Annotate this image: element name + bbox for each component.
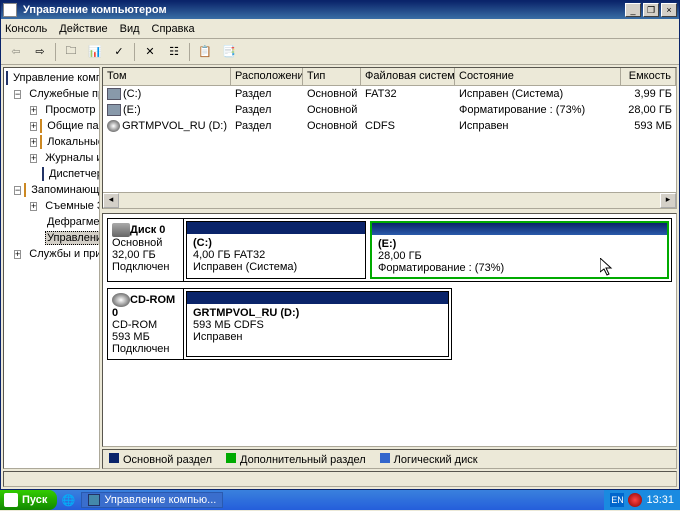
col-layout[interactable]: Расположение xyxy=(231,68,303,85)
volume-list[interactable]: Том Расположение Тип Файловая система Со… xyxy=(102,67,677,209)
tree-disk-mgmt[interactable]: Управление дисками xyxy=(4,230,99,246)
legend-logical-swatch xyxy=(380,453,390,463)
tree-shared-folders[interactable]: +Общие папки xyxy=(4,118,99,134)
cd-icon xyxy=(107,120,120,132)
tree-removable[interactable]: +Съемные ЗУ xyxy=(4,198,99,214)
expand-icon[interactable]: + xyxy=(14,250,21,259)
col-volume[interactable]: Том xyxy=(103,68,231,85)
col-type[interactable]: Тип xyxy=(303,68,361,85)
menu-action[interactable]: Действие xyxy=(59,23,107,35)
tree-device-mgr[interactable]: Диспетчер устройств xyxy=(4,166,99,182)
refresh-button[interactable]: ✓ xyxy=(108,41,130,63)
start-button[interactable]: Пуск xyxy=(0,490,57,510)
menu-view[interactable]: Вид xyxy=(120,23,140,35)
col-state[interactable]: Состояние xyxy=(455,68,621,85)
tree-defrag[interactable]: Дефрагментация диска xyxy=(4,214,99,230)
volume-icon xyxy=(107,104,121,116)
forward-button[interactable]: ⇨ xyxy=(29,41,51,63)
expand-icon[interactable]: + xyxy=(30,154,37,163)
expand-icon[interactable]: + xyxy=(30,138,37,147)
partition-d[interactable]: GRTMPVOL_RU (D:)593 МБ CDFSИсправен xyxy=(186,291,449,357)
expand-icon[interactable]: + xyxy=(30,106,37,115)
delete-button[interactable]: ✕ xyxy=(139,41,161,63)
col-fs[interactable]: Файловая система xyxy=(361,68,455,85)
quicklaunch-icon[interactable]: 🌐 xyxy=(57,489,79,511)
list-button[interactable]: 📑 xyxy=(218,41,240,63)
up-button[interactable]: 🗀 xyxy=(60,41,82,63)
disk-0-info[interactable]: Диск 0 Основной32,00 ГБПодключен xyxy=(108,219,184,281)
legend-extended-swatch xyxy=(226,453,236,463)
tree-root[interactable]: Управление компьютером (локал xyxy=(4,70,99,86)
h-scrollbar[interactable]: ◂▸ xyxy=(103,192,676,208)
computer-icon xyxy=(6,71,8,85)
collapse-icon[interactable]: − xyxy=(14,90,21,99)
folder-icon xyxy=(40,119,42,133)
scroll-right-button[interactable]: ▸ xyxy=(660,193,676,208)
titlebar[interactable]: Управление компьютером _ ❐ × xyxy=(1,1,679,19)
device-icon xyxy=(42,167,44,181)
col-capacity[interactable]: Емкость xyxy=(621,68,676,85)
tree-panel[interactable]: Управление компьютером (локал −Служебные… xyxy=(3,67,100,469)
taskbar: Пуск 🌐 Управление компью... EN 13:31 xyxy=(0,490,680,510)
list-header: Том Расположение Тип Файловая система Со… xyxy=(103,68,676,86)
menubar: Консоль Действие Вид Справка xyxy=(1,19,679,39)
list-row[interactable]: GRTMPVOL_RU (D:)РазделОсновнойCDFSИсправ… xyxy=(103,118,676,134)
tree-local-users[interactable]: +Локальные пользователи xyxy=(4,134,99,150)
restore-button[interactable]: ❐ xyxy=(643,3,659,17)
partition-e[interactable]: (E:)28,00 ГБФорматирование : (73%) xyxy=(370,221,669,279)
tray-shield-icon[interactable] xyxy=(628,493,642,507)
help-button[interactable]: 📋 xyxy=(194,41,216,63)
taskbar-app[interactable]: Управление компью... xyxy=(81,492,223,508)
toolbar: ⇦ ⇨ 🗀 📊 ✓ ✕ ☷ 📋 📑 xyxy=(1,39,679,65)
system-tray[interactable]: EN 13:31 xyxy=(604,490,680,510)
disk-icon xyxy=(112,223,130,237)
expand-icon[interactable]: + xyxy=(30,122,37,131)
prop-button[interactable]: 📊 xyxy=(84,41,106,63)
expand-icon[interactable]: + xyxy=(30,202,37,211)
disk-0-row[interactable]: Диск 0 Основной32,00 ГБПодключен (C:)4,0… xyxy=(107,218,672,282)
volume-icon xyxy=(107,88,121,100)
app-window: Управление компьютером _ ❐ × Консоль Дей… xyxy=(0,0,680,490)
window-title: Управление компьютером xyxy=(21,4,623,16)
partition-c[interactable]: (C:)4,00 ГБ FAT32Исправен (Система) xyxy=(186,221,366,279)
clock[interactable]: 13:31 xyxy=(646,494,674,506)
cdrom-info[interactable]: CD-ROM 0 CD-ROM593 МБПодключен xyxy=(108,289,184,359)
back-button: ⇦ xyxy=(5,41,27,63)
disk-map: Диск 0 Основной32,00 ГБПодключен (C:)4,0… xyxy=(102,213,677,447)
close-button[interactable]: × xyxy=(661,3,677,17)
language-indicator[interactable]: EN xyxy=(610,493,624,507)
windows-logo-icon xyxy=(4,493,18,507)
users-icon xyxy=(40,135,42,149)
minimize-button[interactable]: _ xyxy=(625,3,641,17)
tree-event-viewer[interactable]: +Просмотр событий xyxy=(4,102,99,118)
tree-perf-logs[interactable]: +Журналы и оповещения xyxy=(4,150,99,166)
legend: Основной раздел Дополнительный раздел Ло… xyxy=(102,449,677,469)
legend-primary-swatch xyxy=(109,453,119,463)
list-row[interactable]: (E:)РазделОсновнойФорматирование : (73%)… xyxy=(103,102,676,118)
storage-icon xyxy=(24,183,26,197)
menu-console[interactable]: Консоль xyxy=(5,23,47,35)
tree-services[interactable]: +Службы и приложения xyxy=(4,246,99,262)
props-button[interactable]: ☷ xyxy=(163,41,185,63)
menu-help[interactable]: Справка xyxy=(152,23,195,35)
list-row[interactable]: (C:)РазделОсновнойFAT32Исправен (Система… xyxy=(103,86,676,102)
status-bar xyxy=(3,471,677,487)
cd-icon xyxy=(112,293,130,307)
scroll-left-button[interactable]: ◂ xyxy=(103,193,119,208)
tree-storage[interactable]: −Запоминающие устройства xyxy=(4,182,99,198)
collapse-icon[interactable]: − xyxy=(14,186,21,195)
tree-system-tools[interactable]: −Служебные программы xyxy=(4,86,99,102)
app-icon xyxy=(88,494,100,506)
cdrom-row[interactable]: CD-ROM 0 CD-ROM593 МБПодключен GRTMPVOL_… xyxy=(107,288,452,360)
app-icon xyxy=(3,3,17,17)
